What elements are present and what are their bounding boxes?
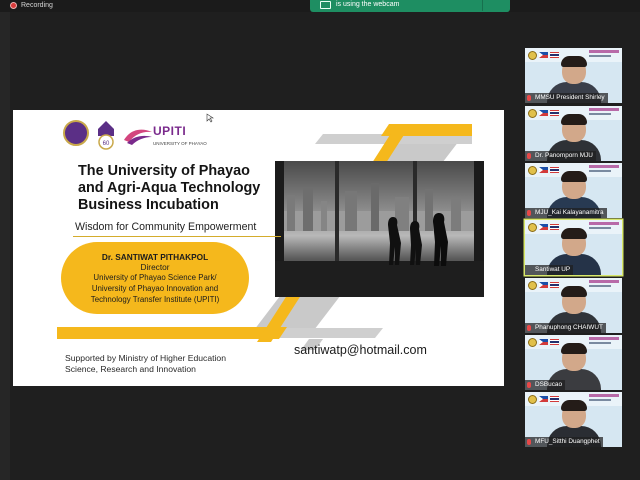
anniversary-emblem-icon: 60 [98,121,114,150]
support-note: Supported by Ministry of Higher Educatio… [65,353,226,375]
muted-mic-icon [527,325,531,331]
philippines-flag-icon [539,167,548,173]
notification-divider [482,0,483,11]
notification-text: is using the webcam [336,1,400,8]
upiti-logo-subtext: UNIVERSITY OF PHAYAO [153,141,207,146]
org-logo-icon [528,395,537,404]
org-logo-icon [528,109,537,118]
thailand-flag-icon [550,167,559,173]
participant-name-label: MFU_Sitthi Duangphet [525,437,603,447]
presenter-role: Director [140,262,170,272]
philippines-flag-icon [539,339,548,345]
participant-tile[interactable]: MMSU President Shirley [525,48,622,103]
record-icon [10,2,17,9]
subtitle-underline [73,236,281,237]
participant-name-label: Santiwat UP [525,265,574,275]
participant-tile[interactable]: Phanuphong CHAIWUT [525,278,622,333]
presenter-affiliation: Technology Transfer Institute (UPITI) [90,295,220,304]
org-logo-icon [528,166,537,175]
org-logo-icon [528,338,537,347]
participant-hair [561,400,587,411]
thailand-flag-icon [550,224,559,230]
title-line: and Agri-Aqua Technology [78,180,261,196]
participant-hair [561,286,587,297]
org-logo-icon [528,223,537,232]
participant-tile[interactable]: Santiwat UP [525,220,622,275]
contact-email: santiwatp@hotmail.com [294,343,427,357]
philippines-flag-icon [539,396,548,402]
muted-mic-icon [527,439,531,445]
philippines-flag-icon [539,224,548,230]
mouse-pointer-icon [206,113,214,123]
org-logo-icon [528,281,537,290]
participant-name-label: Phanuphong CHAIWUT [525,323,606,333]
thailand-flag-icon [550,339,559,345]
muted-mic-icon [527,382,531,388]
logo-group: 60 UPITI UNIVERSITY OF PHAYAO [63,120,213,152]
title-line: Business Incubation [78,197,219,213]
org-logo-icon [528,51,537,60]
participant-name-label: Dr. Panomporn MJU [525,151,596,161]
slide-title: The University of Phayao and Agri-Aqua T… [78,163,288,214]
left-panel-edge [0,12,10,480]
slide-subtitle: Wisdom for Community Empowerment [75,221,257,233]
participant-tile[interactable]: DSBucao [525,335,622,390]
participant-hair [561,114,587,125]
upiti-logo: UPITI UNIVERSITY OF PHAYAO [123,124,213,150]
recording-label: Recording [21,2,53,9]
muted-mic-icon [527,95,531,101]
skyline-photo [275,161,484,297]
upiti-swoosh-icon [124,129,152,145]
shared-slide: 60 UPITI UNIVERSITY OF PHAYAO The Univer… [13,110,504,386]
university-seal-icon [63,120,89,146]
participant-hair [561,56,587,67]
svg-text:60: 60 [103,141,110,147]
support-line: Science, Research and Innovation [65,364,196,374]
participant-tile[interactable]: MFU_Sitthi Duangphet [525,392,622,447]
thailand-flag-icon [550,110,559,116]
philippines-flag-icon [539,110,548,116]
participant-hair [561,171,587,182]
title-line: The University of Phayao [78,163,250,179]
thailand-flag-icon [550,52,559,58]
webcam-notification[interactable]: is using the webcam [310,0,510,12]
participant-name-label: MMSU President Shirley [525,93,608,103]
thailand-flag-icon [550,396,559,402]
upiti-logo-text: UPITI [153,124,187,138]
webcam-icon [320,1,331,9]
support-line: Supported by Ministry of Higher Educatio… [65,353,226,363]
participant-tile[interactable]: MJU_Kai Kalayanamitra [525,163,622,218]
thailand-flag-icon [550,282,559,288]
participant-name-label: DSBucao [525,380,565,390]
philippines-flag-icon [539,282,548,288]
muted-mic-icon [527,210,531,216]
participant-hair [561,343,587,354]
presenter-affiliation: University of Phayao Innovation and [91,284,219,293]
presenter-box: Dr. SANTIWAT PITHAKPOL Director Universi… [61,242,249,314]
participant-hair [561,228,587,239]
presenter-affiliation: University of Phayao Science Park/ [93,273,217,282]
participant-name-label: MJU_Kai Kalayanamitra [525,208,607,218]
presenter-name: Dr. SANTIWAT PITHAKPOL [101,252,209,262]
recording-indicator[interactable]: Recording [10,1,53,10]
philippines-flag-icon [539,52,548,58]
muted-mic-icon [527,153,531,159]
participant-tile[interactable]: Dr. Panomporn MJU [525,106,622,161]
